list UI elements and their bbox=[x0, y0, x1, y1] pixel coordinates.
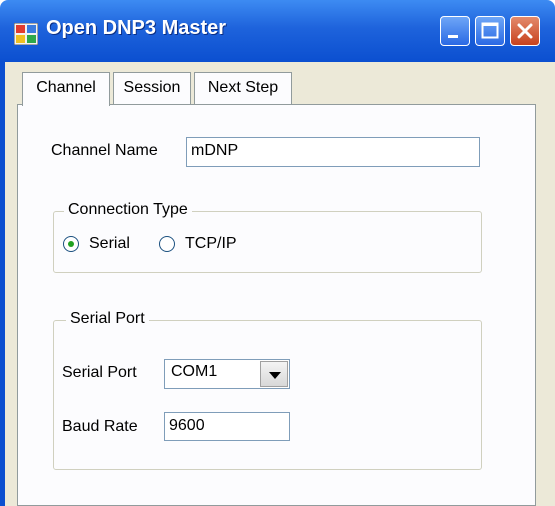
tcpip-radio[interactable] bbox=[159, 236, 175, 252]
baud-rate-label: Baud Rate bbox=[62, 418, 138, 435]
close-button[interactable] bbox=[510, 16, 540, 46]
serial-radio-label[interactable]: Serial bbox=[89, 235, 130, 253]
tab-channel[interactable]: Channel bbox=[22, 72, 110, 106]
tab-next-step[interactable]: Next Step bbox=[194, 72, 292, 105]
close-icon bbox=[517, 23, 533, 39]
window-border bbox=[0, 62, 5, 506]
minimize-icon bbox=[448, 35, 458, 38]
app-window: Open DNP3 Master Channel Session Next St… bbox=[0, 0, 555, 506]
serial-port-select[interactable]: COM1 bbox=[164, 359, 290, 389]
serial-port-legend: Serial Port bbox=[66, 310, 149, 328]
radio-selected-dot bbox=[68, 241, 74, 247]
app-icon bbox=[14, 23, 38, 45]
chevron-down-icon bbox=[269, 372, 281, 379]
minimize-button[interactable] bbox=[440, 16, 470, 46]
serial-port-label: Serial Port bbox=[62, 364, 137, 381]
connection-type-legend: Connection Type bbox=[64, 201, 192, 219]
maximize-icon bbox=[481, 22, 499, 39]
serial-port-value: COM1 bbox=[171, 363, 218, 380]
baud-rate-field[interactable]: 9600 bbox=[164, 412, 290, 441]
channel-name-label: Channel Name bbox=[51, 142, 158, 159]
channel-name-field[interactable]: mDNP bbox=[186, 137, 480, 167]
serial-radio[interactable] bbox=[63, 236, 79, 252]
serial-port-dropdown-button[interactable] bbox=[260, 361, 288, 387]
maximize-button[interactable] bbox=[475, 16, 505, 46]
tcpip-radio-label[interactable]: TCP/IP bbox=[185, 235, 237, 253]
title-bar[interactable]: Open DNP3 Master bbox=[0, 0, 555, 62]
tab-session[interactable]: Session bbox=[113, 72, 191, 105]
window-title: Open DNP3 Master bbox=[46, 17, 227, 39]
serial-port-group bbox=[53, 320, 482, 470]
